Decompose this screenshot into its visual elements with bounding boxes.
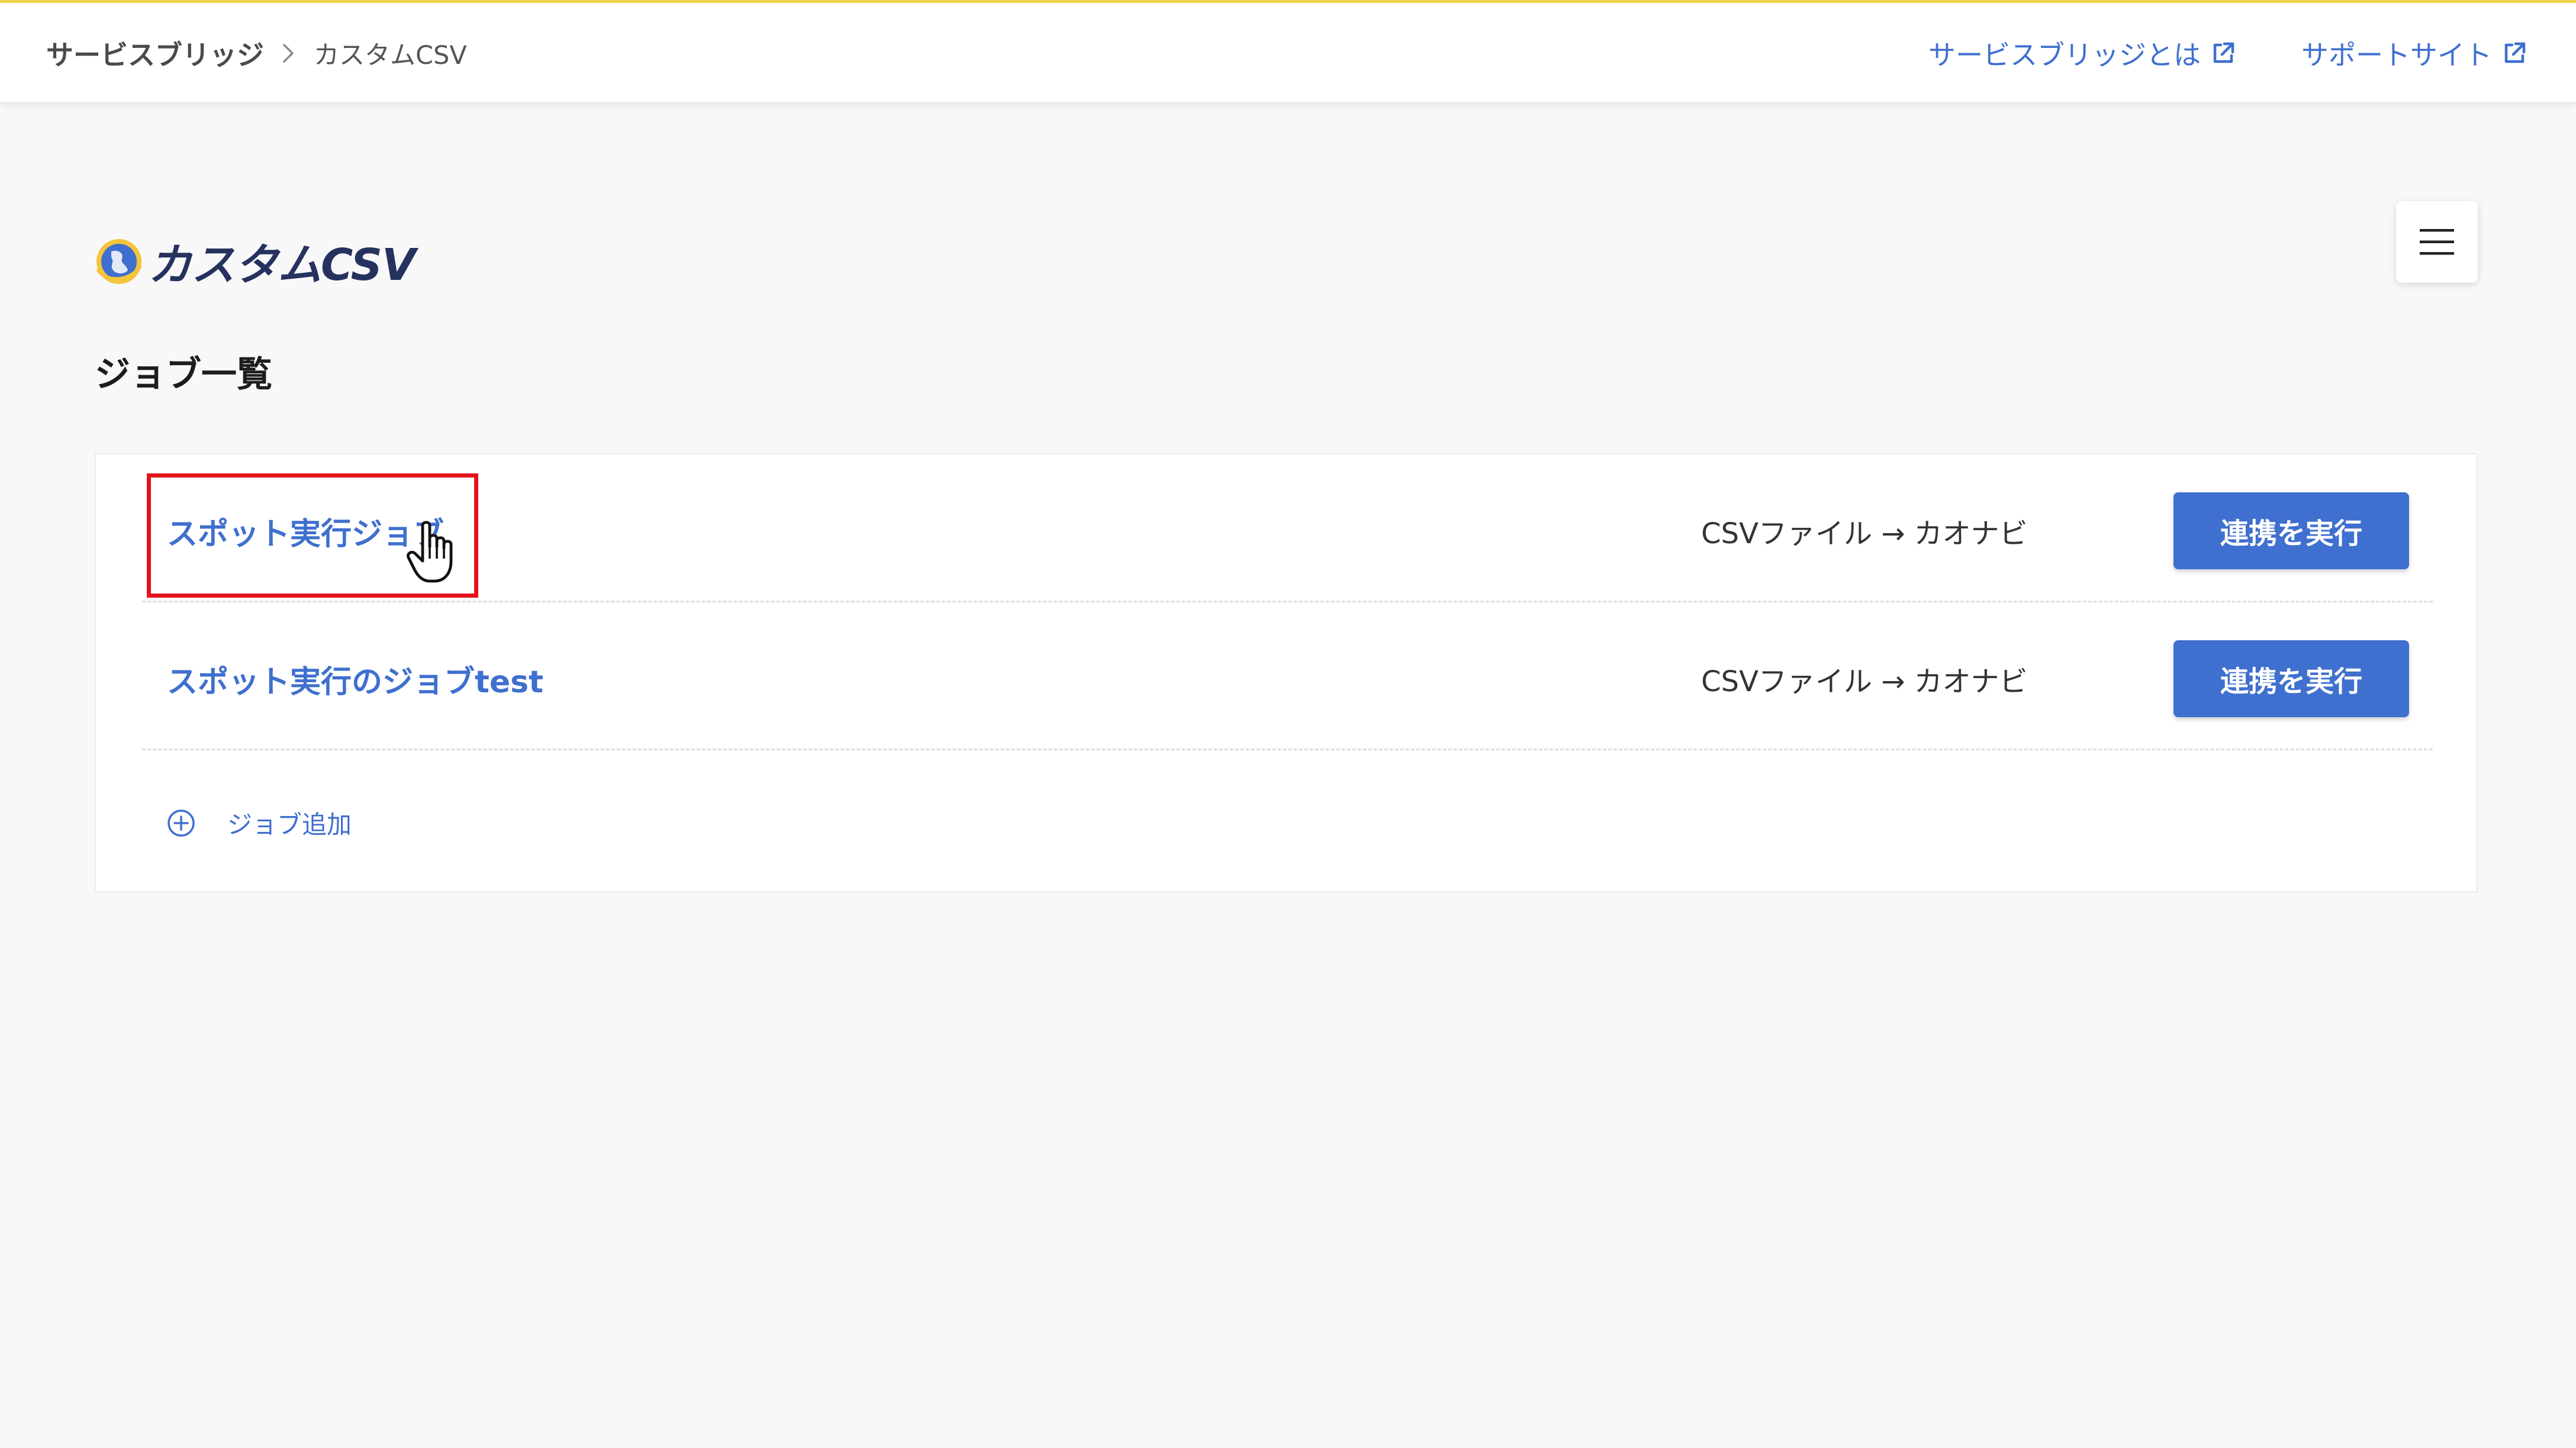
plus-circle-icon xyxy=(168,809,195,837)
about-service-bridge-label: サービスブリッジとは xyxy=(1928,39,2201,71)
menu-button[interactable] xyxy=(2396,201,2478,283)
logo-text: カスタムCSV xyxy=(148,240,416,291)
support-site-label: サポートサイト xyxy=(2301,39,2492,71)
support-site-link[interactable]: サポートサイト xyxy=(2301,34,2529,73)
breadcrumb-root[interactable]: サービスブリッジ xyxy=(46,34,264,73)
top-bar: サービスブリッジ カスタムCSV サービスブリッジとは サポートサイト xyxy=(0,0,2576,102)
run-integration-button[interactable]: 連携を実行 xyxy=(2174,640,2409,717)
run-integration-button[interactable]: 連携を実行 xyxy=(2174,492,2409,569)
job-flow: CSVファイル → カオナビ xyxy=(1701,665,2028,698)
job-flow: CSVファイル → カオナビ xyxy=(1701,517,2028,550)
globe-logo-icon xyxy=(96,238,141,284)
job-name-link[interactable]: スポット実行のジョブtest xyxy=(167,657,543,701)
job-row: スポット実行のジョブtest CSVファイル → カオナビ 連携を実行 xyxy=(142,602,2433,750)
page-title: ジョブ一覧 xyxy=(95,354,272,395)
header-links: サービスブリッジとは サポートサイト xyxy=(1928,34,2529,73)
job-row: スポット実行ジョブ CSVファイル → カオナビ 連携を実行 xyxy=(142,454,2433,602)
add-job-button[interactable]: ジョブ追加 xyxy=(166,805,352,841)
breadcrumb-current: カスタムCSV xyxy=(314,41,467,70)
about-service-bridge-link[interactable]: サービスブリッジとは xyxy=(1928,34,2237,73)
hand-pointer-icon xyxy=(407,521,453,583)
hamburger-menu-icon xyxy=(2420,229,2454,255)
chevron-right-icon xyxy=(283,44,294,63)
app-logo: カスタムCSV xyxy=(94,230,416,293)
add-job-label: ジョブ追加 xyxy=(227,810,352,839)
breadcrumb: サービスブリッジ カスタムCSV xyxy=(46,34,467,73)
external-link-icon xyxy=(2504,42,2526,63)
external-link-icon xyxy=(2213,42,2234,63)
